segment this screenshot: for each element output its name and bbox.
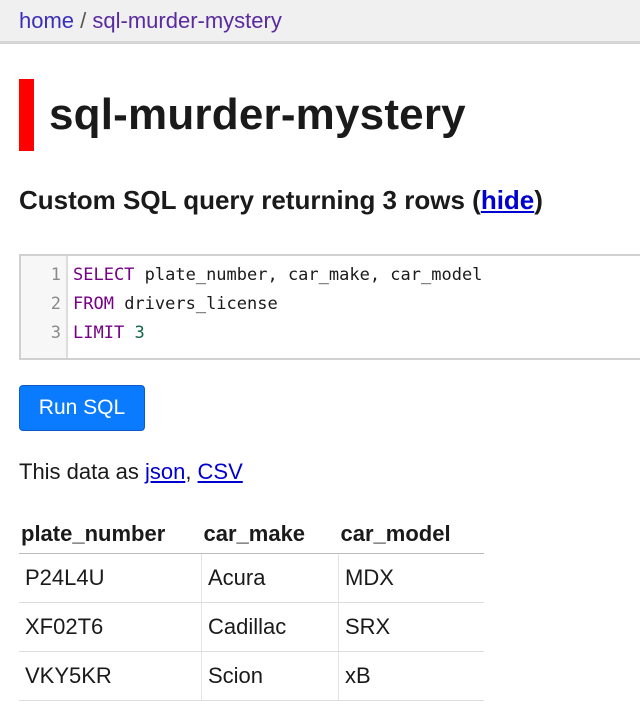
code-line[interactable]: LIMIT 3 bbox=[73, 319, 145, 348]
table-cell: Scion bbox=[201, 651, 339, 701]
line-number: 1 bbox=[50, 265, 61, 285]
sql-text: drivers_license bbox=[113, 294, 278, 314]
breadcrumb-current[interactable]: sql-murder-mystery bbox=[92, 8, 281, 33]
breadcrumb-home-link[interactable]: home bbox=[19, 8, 74, 33]
hide-link[interactable]: hide bbox=[481, 185, 534, 215]
sql-keyword: SELECT bbox=[73, 265, 135, 285]
database-color-bar bbox=[19, 79, 34, 151]
csv-link[interactable]: CSV bbox=[198, 459, 243, 484]
table-cell: Acura bbox=[201, 553, 339, 603]
line-number: 2 bbox=[50, 294, 61, 314]
sql-number: 3 bbox=[134, 323, 145, 343]
table-header-row: plate_number car_make car_model bbox=[19, 515, 484, 554]
table-cell: VKY5KR bbox=[19, 651, 202, 701]
table-row: P24L4U Acura MDX bbox=[19, 553, 484, 603]
table-cell: xB bbox=[338, 651, 484, 701]
table-cell: XF02T6 bbox=[19, 602, 202, 652]
export-prefix: This data as bbox=[19, 459, 145, 484]
column-header-plate-number[interactable]: plate_number bbox=[19, 515, 202, 554]
page-title: sql-murder-mystery bbox=[49, 90, 466, 139]
sql-keyword: LIMIT bbox=[73, 323, 125, 343]
query-heading-close: ) bbox=[534, 185, 543, 215]
table-cell: MDX bbox=[338, 553, 484, 603]
breadcrumb-separator: / bbox=[74, 8, 93, 33]
sql-keyword: FROM bbox=[73, 294, 114, 314]
table-cell: SRX bbox=[338, 602, 484, 652]
breadcrumb: home / sql-murder-mystery bbox=[0, 0, 640, 44]
column-header-car-model[interactable]: car_model bbox=[338, 515, 484, 554]
table-cell: P24L4U bbox=[19, 553, 202, 603]
sql-editor[interactable]: 1 SELECT plate_number, car_make, car_mod… bbox=[19, 254, 640, 360]
code-line[interactable]: SELECT plate_number, car_make, car_model bbox=[73, 261, 482, 290]
line-number: 3 bbox=[50, 323, 61, 343]
run-sql-button[interactable]: Run SQL bbox=[19, 385, 145, 431]
table-row: VKY5KR Scion xB bbox=[19, 651, 484, 701]
page-title-block: sql-murder-mystery bbox=[19, 79, 466, 151]
sql-text: plate_number, car_make, car_model bbox=[134, 265, 483, 285]
export-links: This data as json, CSV bbox=[19, 459, 243, 485]
column-header-car-make[interactable]: car_make bbox=[201, 515, 339, 554]
code-line[interactable]: FROM drivers_license bbox=[73, 290, 278, 319]
table-cell: Cadillac bbox=[201, 602, 339, 652]
query-heading-text: Custom SQL query returning 3 rows ( bbox=[19, 185, 481, 215]
table-row: XF02T6 Cadillac SRX bbox=[19, 602, 484, 652]
export-separator: , bbox=[185, 459, 198, 484]
query-heading: Custom SQL query returning 3 rows (hide) bbox=[19, 185, 543, 216]
json-link[interactable]: json bbox=[145, 459, 185, 484]
results-table: plate_number car_make car_model P24L4U A… bbox=[19, 515, 484, 701]
